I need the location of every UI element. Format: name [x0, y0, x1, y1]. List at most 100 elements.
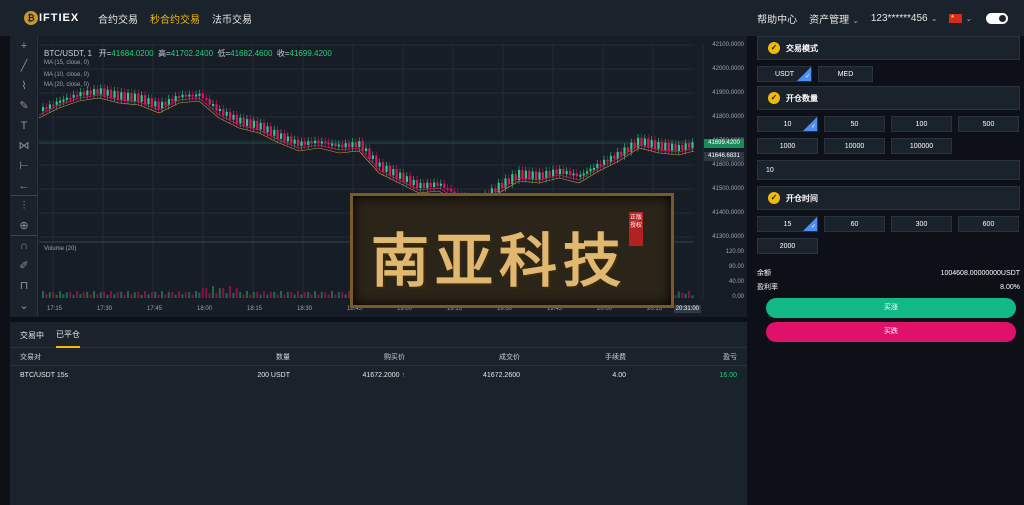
nav-second-contract-trading[interactable]: 秒合约交易 [150, 11, 200, 26]
candle-body [266, 126, 269, 133]
volume-bar [55, 294, 58, 298]
candle-body [677, 144, 680, 151]
volume-bar [297, 291, 299, 298]
theme-toggle[interactable] [986, 12, 1008, 24]
nav-contract-trading[interactable]: 合约交易 [98, 11, 138, 26]
trend-line-icon[interactable]: ╱ [10, 56, 38, 76]
text-tool-icon[interactable]: T [10, 116, 38, 136]
account-menu[interactable]: 123******456 ⌄ [871, 13, 937, 24]
quantity-option-100[interactable]: 100 [891, 116, 952, 132]
volume-bar [184, 292, 187, 298]
time-option-300[interactable]: 300 [891, 216, 952, 232]
chevron-down-icon[interactable]: ⌄ [965, 14, 972, 23]
fib-tool-icon[interactable]: ⌇ [10, 76, 38, 96]
mode-usdt-option[interactable]: USDT [757, 66, 812, 82]
main-nav: 合约交易 秒合约交易 法币交易 [98, 11, 264, 26]
amount-input[interactable]: 10 [757, 160, 1020, 180]
volume-bar [76, 291, 78, 298]
candle-body [252, 120, 255, 128]
measure-icon[interactable]: ⊢ [10, 156, 38, 176]
nav-fiat-trading[interactable]: 法币交易 [212, 11, 252, 26]
time-tick-label: 17:45 [147, 306, 163, 312]
candle-body [137, 93, 140, 102]
candle-body [106, 89, 109, 96]
china-flag-icon[interactable] [949, 13, 963, 23]
magnet-icon[interactable]: ∩ [10, 236, 38, 256]
volume-bar [256, 291, 259, 298]
asset-management-menu[interactable]: 资产管理 ⌄ [809, 11, 859, 26]
candle-body [521, 170, 524, 179]
candle-body [205, 98, 208, 101]
candle-body [55, 101, 58, 105]
candle-body [269, 126, 272, 136]
volume-bar [205, 287, 208, 298]
time-option-2000[interactable]: 2000 [757, 238, 818, 254]
candle-body [215, 104, 218, 111]
candle-body [293, 139, 296, 144]
time-options: 15 60 300 600 2000 [756, 210, 1024, 258]
ma-legend-1: MA (15, close, 0) [44, 60, 90, 66]
volume-bar [96, 294, 99, 298]
logo[interactable]: ₿ IFTIEX [24, 11, 94, 25]
time-option-60[interactable]: 60 [824, 216, 885, 232]
trade-panel: ✓ 交易模式 USDT MED ✓ 开仓数量 10 50 100 500 100… [756, 36, 1024, 505]
volume-bar [45, 294, 48, 298]
volume-bar [79, 294, 82, 298]
candle-body [582, 173, 585, 176]
candle-body [562, 168, 565, 175]
quantity-option-10[interactable]: 10 [757, 116, 818, 132]
quantity-option-1000[interactable]: 1000 [757, 138, 818, 154]
quantity-option-10000[interactable]: 10000 [824, 138, 885, 154]
brush-icon[interactable]: ✎ [10, 96, 38, 116]
time-option-600[interactable]: 600 [958, 216, 1019, 232]
quantity-option-500[interactable]: 500 [958, 116, 1019, 132]
help-center-link[interactable]: 帮助中心 [757, 11, 797, 26]
buy-up-button[interactable]: 买涨 [766, 298, 1016, 318]
candle-body [667, 142, 670, 151]
volume-bar [174, 294, 177, 298]
balance-value: 1004608.00000000USDT [940, 269, 1020, 277]
volume-bar [341, 292, 344, 298]
volume-bar [239, 291, 242, 298]
volume-bar [89, 294, 92, 298]
candle-body [154, 101, 157, 107]
quantity-option-50[interactable]: 50 [824, 116, 885, 132]
candle-body [286, 136, 289, 142]
candle-body [671, 143, 674, 151]
orders-panel: 交易中 已平仓 交易对 数量 购买价 成交价 手续费 盈亏 BTC/USDT 1… [10, 322, 747, 505]
lock-draw-icon[interactable]: ✐ [10, 256, 38, 276]
candle-body [535, 171, 538, 180]
zoom-icon[interactable]: ⊕ [10, 216, 38, 236]
crosshair-icon[interactable]: + [10, 36, 38, 56]
indicator-icon[interactable]: ⫶ [10, 196, 38, 216]
tab-closed[interactable]: 已平仓 [56, 321, 80, 348]
volume-tick-label: 0.00 [732, 294, 744, 300]
back-arrow-icon[interactable]: ← [10, 176, 38, 196]
tab-in-trade[interactable]: 交易中 [20, 322, 44, 347]
volume-bar [157, 294, 160, 298]
more-chevron-icon[interactable]: ⌄ [10, 296, 38, 316]
volume-bar [113, 294, 116, 298]
volume-bar [48, 292, 51, 298]
time-option-15[interactable]: 15 [757, 216, 818, 232]
volume-bar [252, 291, 255, 298]
candle-body [660, 141, 663, 151]
volume-bar [337, 291, 340, 298]
volume-tick-label: 80.00 [728, 264, 744, 270]
logo-text: IFTIEX [39, 12, 80, 24]
volume-bar [232, 292, 235, 298]
buy-down-button[interactable]: 买跌 [766, 322, 1016, 342]
volume-bar [188, 291, 191, 298]
price-tick-label: 41300.0000 [712, 234, 744, 240]
pattern-tool-icon[interactable]: ⋈ [10, 136, 38, 156]
volume-bar [42, 291, 44, 298]
mode-med-option[interactable]: MED [818, 66, 873, 82]
volume-bar [195, 291, 197, 298]
check-circle-icon: ✓ [768, 192, 780, 204]
quantity-option-100000[interactable]: 100000 [891, 138, 952, 154]
candle-body [280, 133, 283, 139]
lock-icon[interactable]: ⊓ [10, 276, 38, 296]
current-price-tag: 41699.4200 [704, 139, 744, 148]
volume-bar [65, 292, 68, 298]
candle-body [300, 141, 303, 146]
